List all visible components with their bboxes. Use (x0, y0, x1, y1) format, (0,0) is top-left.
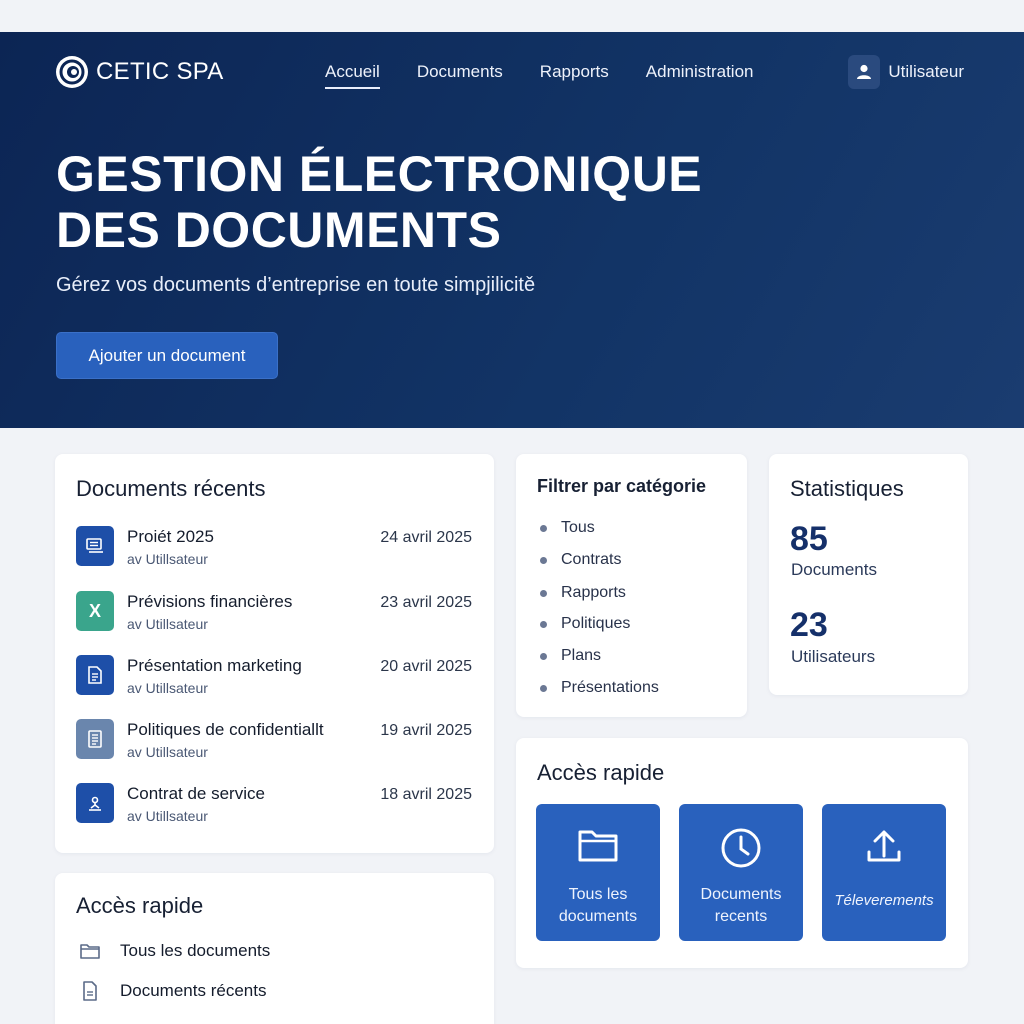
category-label: Politiques (561, 615, 631, 632)
document-name: Politiques de confidentiallt (127, 720, 324, 739)
document-author: av Utillsateur (127, 744, 208, 760)
bullet-icon (540, 652, 547, 660)
document-date: 19 avril 2025 (380, 722, 472, 739)
document-author: av Utillsateur (127, 551, 208, 567)
document-author: av Utillsateur (127, 680, 208, 696)
add-document-button[interactable]: Ajouter un document (56, 332, 278, 379)
category-label: Plans (561, 647, 602, 664)
document-name: Présentation marketing (127, 656, 302, 675)
top-strip (0, 0, 1024, 32)
category-label: Présentations (561, 679, 659, 696)
folder-icon (79, 940, 101, 962)
policy-document-icon (76, 719, 114, 759)
brand-logo[interactable]: CETIC SPA (56, 54, 224, 90)
document-author: av Utillsateur (127, 808, 208, 824)
nav-links: Accueil Documents Rapports Administratio… (325, 54, 791, 90)
nav-rapports[interactable]: Rapports (540, 62, 609, 82)
quick-link-label: Tous les documents (120, 941, 271, 960)
documents-count: 85 (790, 520, 828, 558)
tile-label: Téleverements (834, 892, 934, 909)
users-count-label: Utilisateurs (791, 647, 876, 666)
quick-access-tiles-card: Accès rapide Tous les documents Document… (516, 738, 968, 968)
category-contrats[interactable]: Contrats (540, 550, 621, 570)
document-date: 23 avril 2025 (380, 594, 472, 611)
document-row[interactable]: Contrat de service av Utillsateur 18 avr… (76, 783, 472, 827)
category-tous[interactable]: Tous (540, 518, 595, 538)
document-author: av Utillsateur (127, 616, 208, 632)
document-row[interactable]: X Prévisions financières av Utillsateur … (76, 591, 472, 635)
brand-name: CETIC SPA (96, 58, 224, 85)
c-ring-logo-icon (56, 56, 88, 88)
category-filter-card: Filtrer par catégorie Tous Contrats Rapp… (516, 454, 747, 717)
excel-x-icon: X (76, 591, 114, 631)
title-line-2: DES DOCUMENTS (56, 202, 502, 258)
user-label: Utilisateur (888, 62, 964, 81)
document-row[interactable]: Politiques de confidentiallt av Utillsat… (76, 719, 472, 763)
document-icon (79, 980, 101, 1002)
quick-link-label: Documents récents (120, 981, 267, 1000)
tile-label: Tous les documents (540, 884, 656, 928)
nav-administration[interactable]: Administration (646, 62, 754, 82)
folder-icon (536, 826, 660, 864)
stack-document-icon (76, 526, 114, 566)
category-label: Tous (561, 519, 595, 536)
user-icon (848, 55, 881, 89)
category-plans[interactable]: Plans (540, 646, 601, 666)
tile-uploads[interactable]: Téleverements (822, 804, 946, 941)
tile-label: Documents recents (683, 884, 799, 928)
document-row[interactable]: Présentation marketing av Utillsateur 20… (76, 655, 472, 699)
recent-documents-card: Documents récents Proiét 2025 av Utillsa… (55, 454, 494, 853)
document-name: Proiét 2025 (127, 527, 214, 546)
category-rapports[interactable]: Rapports (540, 583, 626, 603)
users-count: 23 (790, 606, 828, 644)
page-title: GESTION ÉLECTRONIQUE DES DOCUMENTS (56, 146, 756, 258)
quick-link-all-documents[interactable]: Tous les documents (79, 939, 270, 963)
bullet-icon (540, 524, 547, 532)
quick-access-list-card: Accès rapide Tous les documents Document… (55, 873, 494, 1024)
bullet-icon (540, 684, 547, 692)
bullet-icon (540, 589, 547, 597)
document-date: 24 avril 2025 (380, 529, 472, 546)
tile-label-line-2: documents (558, 908, 638, 925)
document-row[interactable]: Proiét 2025 av Utillsateur 24 avril 2025 (76, 526, 472, 570)
category-label: Contrats (561, 551, 622, 568)
tile-label-line-2: recents (714, 908, 768, 925)
category-politiques[interactable]: Politiques (540, 614, 630, 634)
title-line-1: GESTION ÉLECTRONIQUE (56, 146, 703, 202)
tile-all-documents[interactable]: Tous les documents (536, 804, 660, 941)
statistics-title: Statistiques (790, 476, 904, 501)
documents-count-label: Documents (791, 560, 877, 579)
document-name: Contrat de service (127, 784, 265, 803)
top-navigation: CETIC SPA Accueil Documents Rapports Adm… (56, 54, 968, 90)
hero-subtitle: Gérez vos documents d’entreprise en tout… (56, 274, 536, 296)
document-name: Prévisions financières (127, 592, 293, 611)
document-date: 20 avril 2025 (380, 658, 472, 675)
quick-link-recent-documents[interactable]: Documents récents (79, 979, 266, 1003)
user-menu[interactable]: Utilisateur (848, 54, 964, 90)
tile-recent-documents[interactable]: Documents recents (679, 804, 803, 941)
signature-icon (76, 783, 114, 823)
filter-title: Filtrer par catégorie (537, 476, 707, 496)
hero-banner: CETIC SPA Accueil Documents Rapports Adm… (0, 32, 1024, 428)
tile-label-line-1: Documents (700, 886, 782, 903)
bullet-icon (540, 620, 547, 628)
bullet-icon (540, 556, 547, 564)
category-label: Rapports (561, 584, 626, 601)
upload-icon (822, 826, 946, 866)
category-presentations[interactable]: Présentations (540, 678, 659, 698)
quick-access-tiles-title: Accès rapide (537, 760, 665, 785)
nav-documents[interactable]: Documents (417, 62, 503, 82)
document-lines-icon (76, 655, 114, 695)
clock-icon (679, 826, 803, 870)
statistics-card: Statistiques 85 Documents 23 Utilisateur… (769, 454, 968, 695)
recent-documents-title: Documents récents (76, 476, 266, 501)
document-date: 18 avril 2025 (380, 786, 472, 803)
nav-accueil[interactable]: Accueil (325, 62, 380, 89)
quick-access-list-title: Accès rapide (76, 893, 204, 918)
tile-label-line-1: Tous les (568, 886, 628, 903)
